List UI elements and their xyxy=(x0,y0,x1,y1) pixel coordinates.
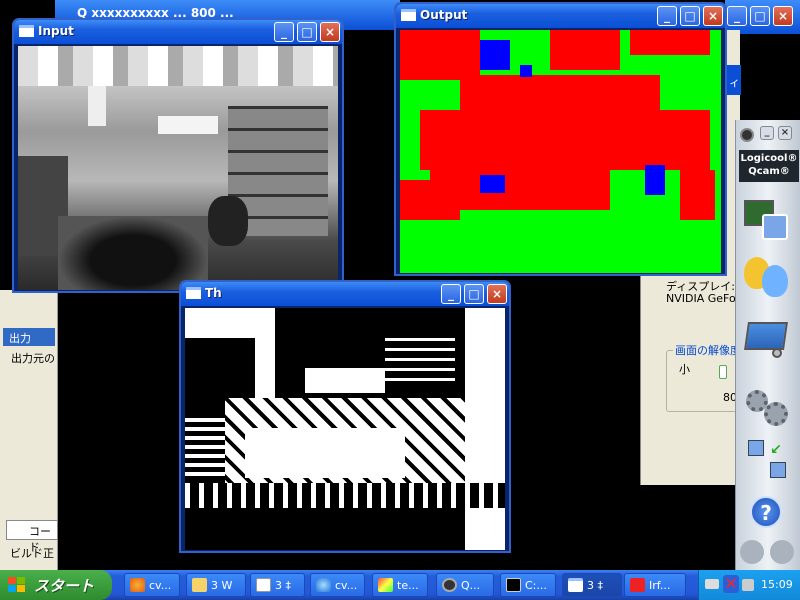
window-icon xyxy=(19,25,34,37)
minimize-icon[interactable]: _ xyxy=(727,6,747,26)
taskbar-item-qcam[interactable]: Q... xyxy=(436,573,494,597)
display-adapter-value: NVIDIA GeFor xyxy=(666,292,741,305)
folder-icon xyxy=(192,578,207,592)
taskbar-item-label: C:... xyxy=(525,579,547,592)
taskbar-item-label: 3 ‡ xyxy=(587,579,603,592)
taskbar-item-vc[interactable]: 3 ‡ xyxy=(562,573,622,597)
window-icon xyxy=(568,578,583,592)
resolution-group-title: 画面の解像度 xyxy=(673,342,743,358)
window-icon xyxy=(186,287,201,299)
taskbar-item-ie[interactable]: cv... xyxy=(310,573,365,597)
minimize-icon[interactable]: _ xyxy=(441,284,461,304)
cmd-icon xyxy=(506,578,521,592)
maximize-icon[interactable]: □ xyxy=(297,22,317,42)
input-window-title: Input xyxy=(38,24,74,38)
left-ide-panel: 出力 出力元の コード ビルド正 xyxy=(0,290,58,570)
system-tray: ✕ 15:09 xyxy=(698,570,800,600)
taskbar-item-paint[interactable]: te... xyxy=(372,573,428,597)
taskbar-item-label: 3 ‡ xyxy=(275,579,291,592)
settings-gear-icon[interactable] xyxy=(744,388,792,428)
close-icon[interactable]: × xyxy=(703,6,723,26)
taskbar-item-irfanview[interactable]: Irf... xyxy=(624,573,686,597)
contacts-swap-icon[interactable]: ↙ xyxy=(748,440,788,480)
taskbar-item-label: te... xyxy=(397,579,419,592)
window-icon xyxy=(401,9,416,21)
input-window[interactable]: Input _ □ × xyxy=(12,18,344,293)
paint-icon xyxy=(378,578,393,592)
close-icon[interactable]: × xyxy=(320,22,340,42)
logicool-brand: Logicool® Qcam® xyxy=(739,150,799,182)
taskbar-item-label: 3 W xyxy=(211,579,233,592)
th-window-title: Th xyxy=(205,286,222,300)
network-disconnected-icon[interactable]: ✕ xyxy=(723,575,739,593)
webcam-icon xyxy=(442,578,457,592)
close-icon[interactable]: × xyxy=(487,284,507,304)
brand-line1: Logicool® xyxy=(740,153,798,164)
start-button[interactable]: スタート xyxy=(0,570,112,600)
input-grayscale-image xyxy=(18,46,338,290)
output-window-titlebar[interactable]: Output _ □ × xyxy=(396,4,725,28)
maximize-icon[interactable]: □ xyxy=(680,6,700,26)
clock: 15:09 xyxy=(761,578,793,591)
resolution-group: 画面の解像度 小 800 xyxy=(666,342,744,412)
ie-icon xyxy=(316,578,331,592)
threshold-binary-image xyxy=(185,308,505,550)
help-icon[interactable]: ? xyxy=(750,496,782,528)
irfanview-icon xyxy=(630,578,645,592)
output-list-item-selected[interactable]: 出力 xyxy=(3,328,55,346)
dialog-tab[interactable]: ィ xyxy=(729,74,740,90)
build-output-label: ビルド正 xyxy=(10,547,54,560)
taskbar-item-label: cv... xyxy=(149,579,172,592)
snapshot-icon[interactable] xyxy=(740,540,764,564)
output-window[interactable]: Output _ □ × xyxy=(394,2,727,276)
taskbar-item-notepad[interactable]: 3 ‡ xyxy=(250,573,305,597)
minimize-icon[interactable]: _ xyxy=(760,126,774,140)
firefox-icon xyxy=(130,578,145,592)
minimize-icon[interactable]: _ xyxy=(274,22,294,42)
slider-min-label: 小 xyxy=(679,363,690,376)
brand-line2: Qcam® xyxy=(748,166,790,177)
close-icon[interactable]: × xyxy=(773,6,793,26)
taskbar-item-label: Irf... xyxy=(649,579,671,592)
taskbar-item-label: cv... xyxy=(335,579,358,592)
taskbar-item-label: Q... xyxy=(461,579,481,592)
taskbar: スタート cv... 3 W 3 ‡ cv... te... Q... C:..… xyxy=(0,570,800,600)
output-segmentation-image xyxy=(400,30,721,273)
input-window-titlebar[interactable]: Input _ □ × xyxy=(14,20,342,44)
windows-flag-icon xyxy=(8,577,26,593)
start-label: スタート xyxy=(34,577,95,595)
maximize-icon[interactable]: □ xyxy=(464,284,484,304)
close-icon[interactable]: × xyxy=(778,126,792,140)
volume-icon[interactable] xyxy=(742,579,754,591)
output-window-title: Output xyxy=(420,8,468,22)
minimize-icon[interactable]: _ xyxy=(657,6,677,26)
taskbar-item-firefox[interactable]: cv... xyxy=(124,573,180,597)
keyboard-icon[interactable] xyxy=(705,579,719,589)
taskbar-item-explorer[interactable]: 3 W xyxy=(186,573,246,597)
th-window-titlebar[interactable]: Th _ □ × xyxy=(181,282,509,306)
notepad-icon xyxy=(256,578,271,592)
webcam-icon xyxy=(740,128,754,142)
video-effects-icon[interactable] xyxy=(744,318,792,360)
code-tab[interactable]: コード xyxy=(6,520,58,554)
th-window[interactable]: Th _ □ × xyxy=(179,280,511,553)
resolution-slider[interactable] xyxy=(719,365,727,379)
taskbar-item-cmd[interactable]: C:... xyxy=(500,573,556,597)
output-list-item[interactable]: 出力元の xyxy=(3,348,58,366)
record-video-icon[interactable] xyxy=(770,540,794,564)
video-capture-icon[interactable] xyxy=(744,200,790,242)
logicool-qcam-panel: _ × Logicool® Qcam® ↙ ? xyxy=(735,120,800,570)
background-window-controls: _ □ × xyxy=(725,0,800,34)
avatar-masks-icon[interactable] xyxy=(742,255,792,299)
maximize-icon[interactable]: □ xyxy=(750,6,770,26)
